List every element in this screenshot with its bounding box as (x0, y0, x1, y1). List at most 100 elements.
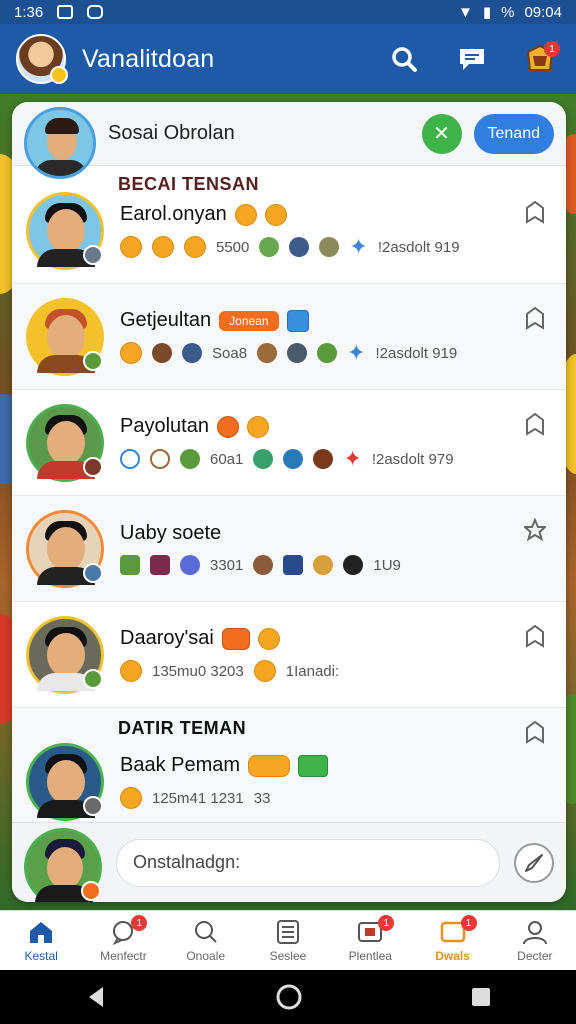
search-button[interactable] (384, 39, 424, 79)
status-badge-icon (83, 795, 103, 816)
profile-avatar[interactable] (16, 34, 68, 84)
close-x-button[interactable]: ✕ (421, 113, 462, 154)
nav-item-settings[interactable]: Seslee (247, 911, 329, 970)
app-title: Vanalitdoan (82, 44, 215, 73)
teman-button[interactable]: Tenand (473, 113, 554, 154)
emoji-icon (120, 660, 142, 682)
meta-count: 135mu0 3203 (152, 662, 244, 680)
bookmark-icon[interactable] (524, 624, 546, 648)
chat-row[interactable]: Daaroy'sai 135mu0 3203 1Ianadi: (12, 602, 566, 708)
system-nav-bar (0, 970, 576, 1024)
search-icon (392, 47, 417, 72)
nav-item-profile[interactable]: Decter (494, 911, 576, 970)
status-badge-icon (83, 244, 103, 265)
nav-label: Kestal (24, 948, 58, 963)
nav-item-plentlea[interactable]: 1 Plentlea (329, 911, 411, 970)
card-header: Sosai Obrolan ✕ Tenand (12, 102, 566, 179)
my-avatar[interactable] (24, 827, 102, 902)
avatar (26, 615, 104, 694)
card-title: Sosai Obrolan (108, 122, 235, 144)
nav-label: Plentlea (348, 948, 392, 963)
emoji-icon (120, 342, 142, 364)
sticker-icon (257, 343, 278, 363)
nav-item-messages[interactable]: 1 Menfectr (82, 911, 164, 970)
meta-count: 125m41 1231 (152, 789, 244, 807)
contact-name: Uaby soete (120, 522, 222, 544)
nav-badge: 1 (131, 915, 148, 931)
nav-badge: 1 (460, 915, 477, 931)
chat-rows: Earol.onyan 5500 ✦ !2asdolt 919 Getjeult… (12, 178, 566, 828)
chat-row[interactable]: Earol.onyan 5500 ✦ !2asdolt 919 (12, 178, 566, 284)
nav-label: Onoale (186, 948, 226, 963)
status-time-right: 09:04 (524, 3, 562, 21)
sparkle-icon: ✦ (343, 446, 362, 471)
nav-item-dwals[interactable]: 1 Dwals (411, 911, 493, 970)
send-button[interactable] (514, 842, 554, 883)
home-circle-icon[interactable] (275, 983, 303, 1011)
bookmark-icon[interactable] (524, 412, 546, 436)
nav-item-home[interactable]: Kestal (0, 911, 82, 970)
send-icon (525, 853, 543, 872)
sticker-icon (253, 449, 274, 469)
bookmark-icon[interactable] (524, 306, 546, 330)
sticker-icon (283, 555, 304, 575)
notification-badge: 1 (544, 41, 560, 57)
sticker-icon (313, 555, 334, 575)
meta-info: !2asdolt 919 (377, 238, 460, 256)
chat-row[interactable]: Payolutan 60a1 ✦ !2asdolt 979 (12, 390, 566, 496)
avatar (26, 191, 104, 270)
home-icon (30, 921, 53, 943)
nav-label: Menfectr (100, 948, 147, 963)
sticker-icon (150, 449, 170, 469)
recents-icon[interactable] (469, 985, 493, 1009)
chat-button[interactable] (452, 39, 492, 79)
meta-count: Soa8 (212, 344, 248, 362)
sticker-icon (152, 343, 172, 363)
bookmark-icon[interactable] (524, 200, 546, 224)
emoji-icon (120, 787, 142, 809)
notifications-button[interactable]: 1 (520, 39, 560, 79)
contact-name: Baak Pemam (120, 754, 241, 776)
status-badge-icon (81, 880, 101, 901)
emoji-icon (216, 415, 239, 438)
sticker-icon (253, 555, 274, 575)
bookmark-icon[interactable] (524, 720, 546, 744)
meta-count: 3301 (210, 556, 244, 574)
chat-bubble-icon (460, 49, 484, 70)
coin-badge-icon (50, 66, 68, 84)
chat-row[interactable]: DATIR TEMAN Baak Pemam 125m41 1231 33 (12, 708, 566, 828)
nav-label: Dwals (435, 948, 470, 963)
back-icon[interactable] (83, 984, 109, 1010)
status-badge-icon (83, 456, 103, 477)
name-tag: Jonean (219, 310, 279, 331)
sticker-icon (283, 449, 304, 469)
gallery-icon (57, 5, 74, 19)
grid-settings-icon (276, 919, 299, 944)
avatar (26, 297, 104, 376)
emoji-icon (184, 236, 206, 258)
emoji-icon (253, 660, 276, 682)
emoji-icon (221, 627, 250, 650)
nav-label: Seslee (269, 948, 307, 963)
avatar (26, 403, 104, 482)
avatar (26, 509, 104, 588)
contact-name: Earol.onyan (120, 203, 227, 225)
nav-item-search[interactable]: Onoale (165, 911, 247, 970)
chat-row[interactable]: Uaby soete 3301 1U9 (12, 496, 566, 602)
signal-icon: ▮ (482, 4, 492, 21)
meta-info: 1U9 (373, 556, 401, 574)
sticker-icon (259, 237, 280, 257)
group-avatar[interactable] (24, 106, 96, 179)
sticker-icon (289, 237, 310, 257)
star-icon[interactable] (524, 518, 546, 542)
sticker-icon (120, 555, 140, 575)
emoji-icon (234, 203, 257, 226)
emoji-icon (257, 627, 280, 650)
section-label-datir: DATIR TEMAN (118, 718, 247, 738)
meta-count: 5500 (216, 238, 250, 256)
message-input[interactable] (116, 838, 500, 887)
chat-row[interactable]: Getjeultan Jonean Soa8 ✦ !2asdolt 919 (12, 284, 566, 390)
meta-count: 60a1 (210, 450, 244, 468)
emoji-icon (298, 754, 329, 777)
contact-name: Payolutan (120, 415, 209, 437)
